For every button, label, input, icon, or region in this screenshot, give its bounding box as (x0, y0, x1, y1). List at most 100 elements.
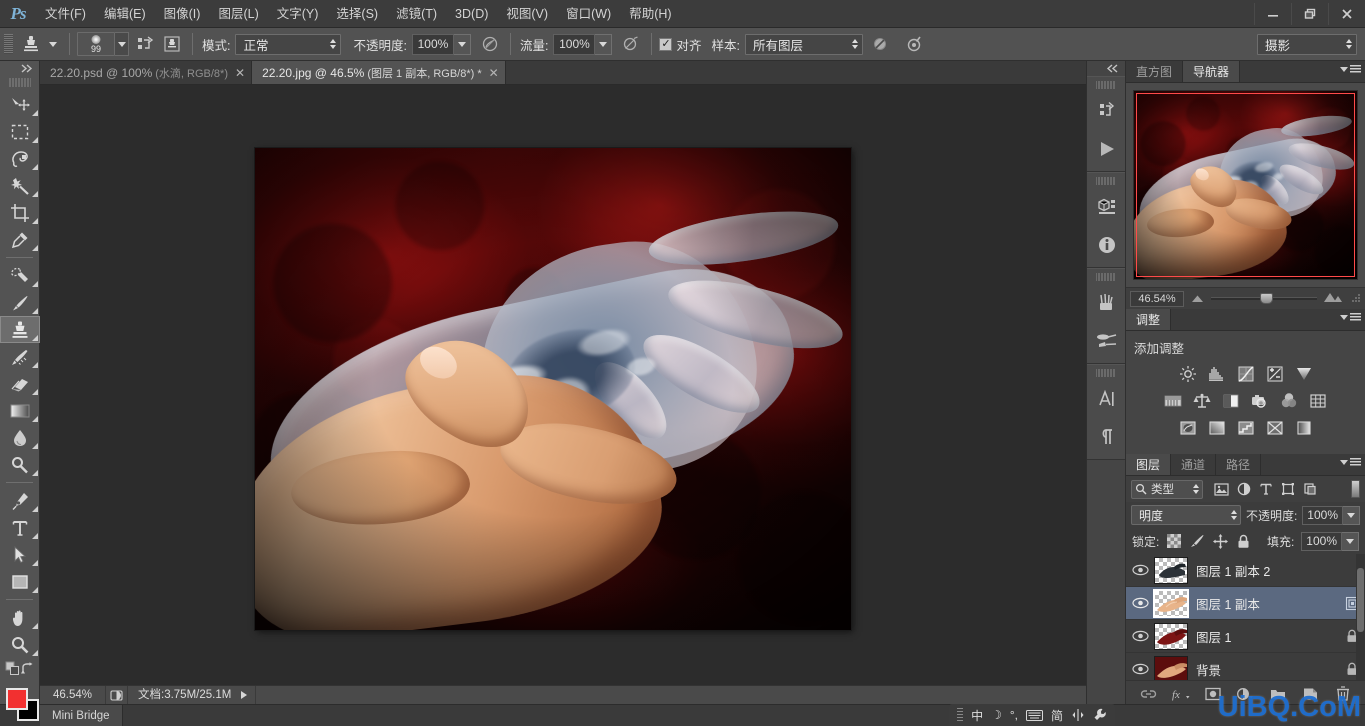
posterize-icon[interactable] (1205, 417, 1229, 439)
toolbar-grip[interactable] (8, 76, 31, 88)
hue-saturation-icon[interactable] (1161, 390, 1185, 412)
layer-filter-type-select[interactable]: 类型 (1131, 479, 1203, 499)
selective-color-icon[interactable] (1292, 417, 1316, 439)
invert-icon[interactable] (1176, 417, 1200, 439)
tool-pen[interactable] (0, 487, 40, 514)
foreground-color-swatch[interactable] (6, 688, 28, 710)
opacity-control[interactable]: 100% (411, 33, 471, 55)
tool-healing-brush[interactable] (0, 262, 40, 289)
opacity-dropdown[interactable] (453, 33, 471, 55)
ime-punctuation-icon[interactable]: °, (1010, 708, 1018, 722)
layer-visibility-toggle[interactable] (1126, 630, 1154, 642)
adjustment-layer-icon[interactable] (1235, 684, 1255, 704)
layer-opacity-dropdown[interactable] (1343, 505, 1360, 525)
opacity-value[interactable]: 100% (411, 33, 454, 55)
table-row[interactable]: 图层 1 副本 2 (1126, 554, 1365, 587)
tab-histogram[interactable]: 直方图 (1126, 61, 1184, 82)
zoom-out-icon[interactable] (1190, 292, 1205, 306)
slider-handle[interactable] (1259, 293, 1273, 304)
tool-type[interactable] (0, 514, 40, 541)
tool-blur[interactable] (0, 424, 40, 451)
flow-control[interactable]: 100% (553, 33, 613, 55)
airbrush-toggle[interactable] (620, 33, 642, 55)
dock-grip[interactable] (1096, 367, 1116, 378)
tool-gradient[interactable] (0, 397, 40, 424)
mini-bridge-tab[interactable]: Mini Bridge (40, 704, 123, 726)
clone-source-panel-toggle[interactable] (161, 33, 183, 55)
color-lookup-icon[interactable] (1306, 390, 1330, 412)
tab-navigator[interactable]: 导航器 (1183, 61, 1241, 82)
ime-keyboard-icon[interactable] (1025, 709, 1043, 721)
flow-dropdown[interactable] (595, 33, 613, 55)
tool-move[interactable] (0, 91, 40, 118)
layer-visibility-toggle[interactable] (1126, 564, 1154, 576)
3d-panel-icon[interactable] (1087, 188, 1127, 226)
flow-value[interactable]: 100% (553, 33, 596, 55)
workspace-select[interactable]: 摄影 (1257, 33, 1357, 55)
layers-panel-menu-button[interactable] (1340, 458, 1361, 467)
tab-channels[interactable]: 通道 (1171, 454, 1217, 475)
menu-window[interactable]: 窗口(W) (557, 0, 620, 28)
navigator-zoom-value[interactable]: 46.54% (1130, 290, 1184, 307)
close-icon[interactable]: ✕ (235, 67, 245, 79)
layer-fill-value[interactable]: 100% (1301, 531, 1342, 551)
navigator-panel-menu-button[interactable] (1340, 65, 1361, 74)
canvas-area[interactable] (40, 85, 1086, 685)
layer-mask-icon[interactable] (1203, 684, 1223, 704)
zoom-in-icon[interactable] (1323, 292, 1345, 306)
new-layer-icon[interactable] (1300, 684, 1320, 704)
filter-pixel-layers-icon[interactable] (1213, 481, 1230, 498)
tool-clone-stamp[interactable] (0, 316, 40, 343)
navigator-zoom-slider[interactable] (1211, 291, 1317, 307)
menu-file[interactable]: 文件(F) (36, 0, 95, 28)
layers-scrollbar[interactable] (1356, 554, 1365, 686)
brush-panel-icon[interactable] (1087, 322, 1127, 360)
delete-layer-icon[interactable] (1333, 684, 1353, 704)
document-tab-psd[interactable]: 22.20.psd @ 100% (水滴, RGB/8*) ✕ (40, 61, 253, 84)
threshold-icon[interactable] (1234, 417, 1258, 439)
vibrance-icon[interactable] (1292, 363, 1316, 385)
tool-lasso[interactable] (0, 145, 40, 172)
document-canvas[interactable] (255, 148, 851, 630)
dock-grip[interactable] (1096, 175, 1116, 186)
layer-style-fx-icon[interactable]: fx (1171, 684, 1191, 704)
layer-name[interactable]: 图层 1 (1196, 627, 1339, 646)
tool-brush[interactable] (0, 289, 40, 316)
layer-opacity-value[interactable]: 100% (1302, 505, 1343, 525)
close-button[interactable] (1328, 3, 1365, 25)
character-panel-icon[interactable] (1087, 380, 1127, 418)
default-colors-icon[interactable] (5, 661, 20, 679)
tab-adjustments[interactable]: 调整 (1126, 309, 1172, 330)
lock-all-icon[interactable] (1235, 533, 1251, 549)
minimize-button[interactable] (1254, 3, 1291, 25)
brush-dropdown-arrow[interactable] (115, 32, 129, 56)
layer-filter-enable-toggle[interactable] (1351, 480, 1360, 498)
tool-eraser[interactable] (0, 370, 40, 397)
color-balance-icon[interactable] (1190, 390, 1214, 412)
dock-grip[interactable] (1096, 271, 1116, 282)
swap-colors-icon[interactable] (20, 661, 35, 679)
blend-mode-select[interactable]: 正常 (235, 33, 342, 55)
ime-chinese-icon[interactable]: 中 (971, 707, 983, 724)
options-bar-grip[interactable] (4, 34, 13, 54)
ime-simplified-icon[interactable]: 简 (1051, 707, 1063, 724)
ignore-adjustment-layers-toggle[interactable] (869, 33, 891, 55)
layer-thumbnail[interactable] (1154, 655, 1188, 683)
tool-eyedropper[interactable] (0, 226, 40, 253)
toolbar-collapse-button[interactable] (0, 61, 39, 76)
layer-visibility-toggle[interactable] (1126, 597, 1154, 609)
lock-image-pixels-icon[interactable] (1189, 533, 1205, 549)
tool-path-selection[interactable] (0, 541, 40, 568)
tool-crop[interactable] (0, 199, 40, 226)
menu-view[interactable]: 视图(V) (497, 0, 557, 28)
tool-marquee[interactable] (0, 118, 40, 145)
panel-resize-grip[interactable] (1351, 292, 1361, 306)
tool-history-brush[interactable] (0, 343, 40, 370)
status-menu-arrow-icon[interactable] (241, 691, 248, 699)
tool-zoom[interactable] (0, 631, 40, 658)
layer-thumbnail[interactable] (1154, 556, 1188, 584)
menu-select[interactable]: 选择(S) (327, 0, 387, 28)
lock-position-icon[interactable] (1212, 533, 1228, 549)
layer-thumbnail[interactable] (1153, 588, 1189, 618)
menu-help[interactable]: 帮助(H) (620, 0, 680, 28)
